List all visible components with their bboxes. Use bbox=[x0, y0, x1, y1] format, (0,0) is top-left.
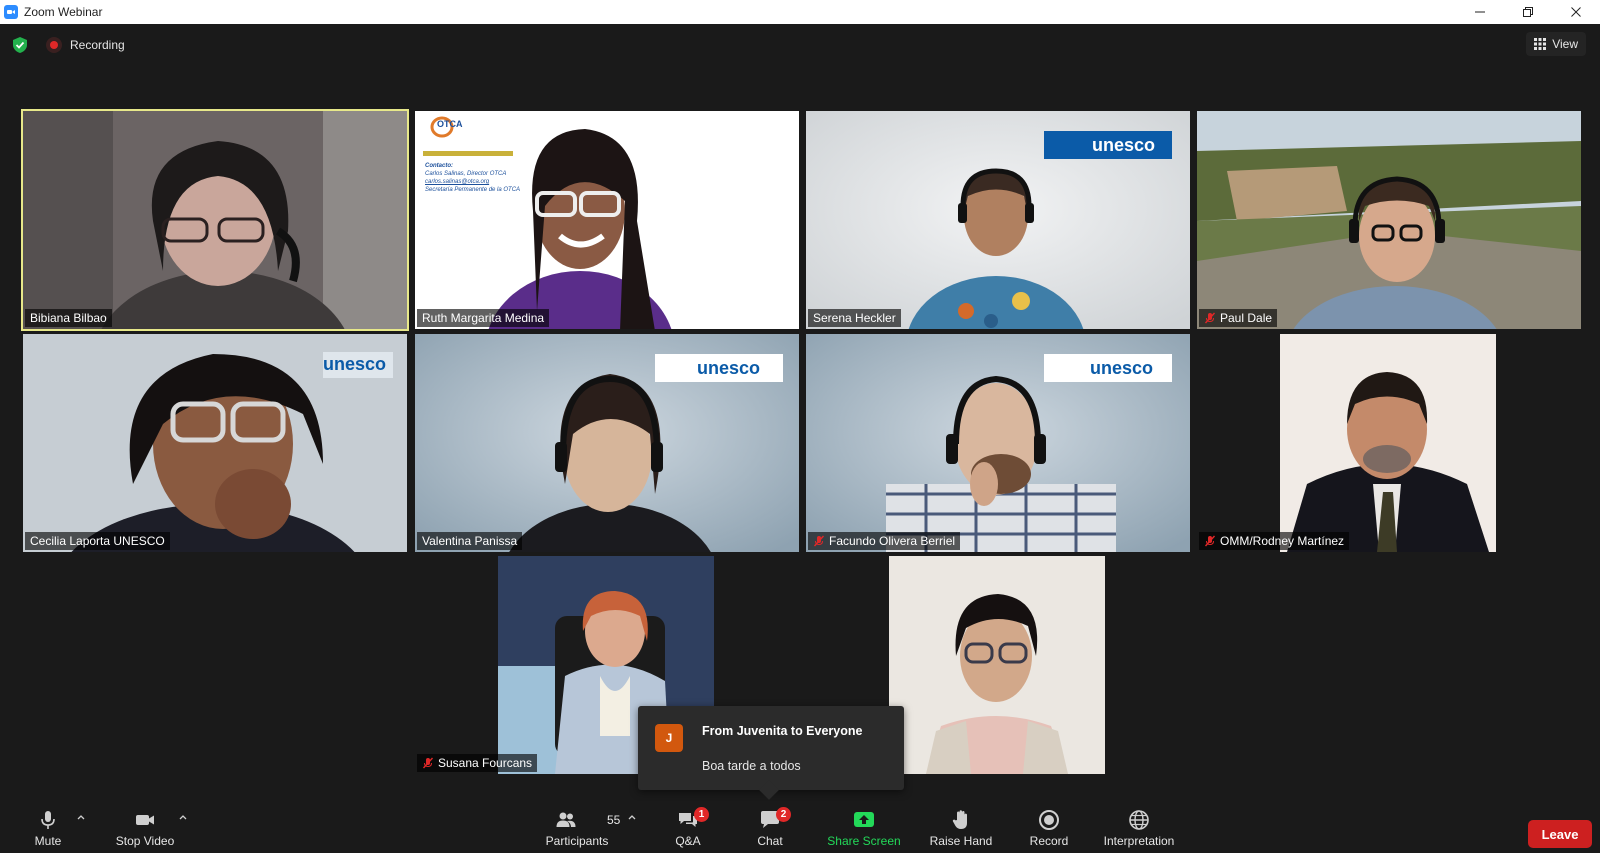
raise-hand-label: Raise Hand bbox=[929, 834, 993, 848]
chat-message-text: Boa tarde a todos bbox=[702, 759, 801, 773]
share-screen-icon bbox=[854, 812, 874, 827]
participant-nametag: Serena Heckler bbox=[808, 309, 901, 327]
muted-mic-icon bbox=[1204, 535, 1216, 547]
interpretation-label: Interpretation bbox=[1103, 834, 1175, 848]
raise-hand-icon bbox=[952, 810, 967, 829]
otca-contact-title: Contacto: bbox=[425, 163, 453, 169]
participant-nametag: Bibiana Bilbao bbox=[25, 309, 112, 327]
title-bar: Zoom Webinar bbox=[0, 0, 1600, 24]
participant-name: Facundo Olivera Berriel bbox=[829, 534, 956, 548]
minimize-button[interactable] bbox=[1456, 0, 1504, 24]
participants-count: 55 bbox=[607, 813, 621, 827]
otca-logo-text: OTCA bbox=[437, 119, 463, 129]
video-tile[interactable]: OMM/Rodney Martínez bbox=[1197, 334, 1581, 552]
record-button[interactable]: Record bbox=[1026, 806, 1072, 853]
participant-nametag: Ruth Margarita Medina bbox=[417, 309, 550, 327]
participant-nametag: Valentina Panissa bbox=[417, 532, 523, 550]
otca-contact-line: carlos.salinas@otca.org bbox=[425, 179, 490, 185]
qa-button[interactable]: 1 Q&A bbox=[668, 806, 709, 853]
participant-nametag: Facundo Olivera Berriel bbox=[808, 532, 961, 550]
participant-video bbox=[1197, 111, 1581, 329]
video-tile[interactable]: Paul Dale bbox=[1197, 111, 1581, 329]
otca-contact-line: Secretaría Permanente de la OTCA bbox=[425, 187, 521, 193]
stop-video-label: Stop Video bbox=[115, 834, 175, 848]
participant-name: Bibiana Bilbao bbox=[30, 311, 107, 325]
record-icon bbox=[1039, 810, 1059, 830]
participants-button[interactable]: 55 Participants bbox=[540, 806, 620, 853]
participants-label: Participants bbox=[545, 834, 609, 848]
participant-video bbox=[415, 111, 799, 329]
video-camera-icon bbox=[136, 815, 154, 825]
record-label: Record bbox=[1029, 834, 1069, 848]
chat-notification-popup[interactable]: J From Juvenita to Everyone Boa tarde a … bbox=[638, 706, 904, 790]
window-title: Zoom Webinar bbox=[24, 5, 103, 19]
meeting-toolbar: Mute Stop Video 55 Participants 1 Q&A 2 … bbox=[0, 806, 1600, 853]
close-button[interactable] bbox=[1552, 0, 1600, 24]
participant-name: OMM/Rodney Martínez bbox=[1220, 534, 1345, 548]
unesco-logo-text: unesco bbox=[1092, 135, 1156, 155]
video-tile[interactable]: unesco Cecilia Laporta UNESCO bbox=[23, 334, 407, 552]
mute-button[interactable]: Mute bbox=[30, 806, 66, 853]
unesco-logo-text: unesco bbox=[1090, 358, 1154, 378]
window-controls bbox=[1456, 0, 1600, 24]
participant-nametag: Paul Dale bbox=[1199, 309, 1278, 327]
otca-contact-block: Contacto: Carlos Salinas, Director OTCA … bbox=[425, 162, 535, 194]
avatar: J bbox=[655, 724, 683, 752]
leave-button[interactable]: Leave bbox=[1528, 820, 1592, 848]
participants-icon bbox=[556, 812, 576, 827]
chat-sender-line: From Juvenita to Everyone bbox=[702, 724, 863, 738]
video-tile[interactable]: unesco Facundo Olivera Berriel bbox=[806, 334, 1190, 552]
recording-label: Recording bbox=[70, 38, 125, 52]
unesco-logo-text: unesco bbox=[697, 358, 761, 378]
muted-mic-icon bbox=[422, 757, 434, 769]
view-button[interactable]: View bbox=[1526, 32, 1586, 56]
mute-options-caret-icon[interactable] bbox=[76, 812, 86, 822]
chat-badge: 2 bbox=[776, 807, 791, 822]
recording-icon bbox=[46, 37, 62, 53]
chat-button[interactable]: 2 Chat bbox=[752, 806, 791, 853]
participant-nametag: Susana Fourcans bbox=[417, 754, 538, 772]
participant-video bbox=[23, 111, 407, 329]
restore-button[interactable] bbox=[1504, 0, 1552, 24]
chat-label: Chat bbox=[757, 834, 783, 848]
microphone-icon bbox=[41, 811, 55, 829]
globe-icon bbox=[1129, 810, 1149, 830]
stop-video-button[interactable]: Stop Video bbox=[112, 806, 178, 853]
video-tile[interactable]: unesco Serena Heckler bbox=[806, 111, 1190, 329]
participants-options-caret-icon[interactable] bbox=[627, 812, 637, 822]
participant-video bbox=[1197, 334, 1581, 552]
meeting-top-strip: Recording View bbox=[0, 24, 1600, 66]
participant-name: Susana Fourcans bbox=[438, 756, 533, 770]
view-label: View bbox=[1552, 37, 1578, 51]
participant-name: Cecilia Laporta UNESCO bbox=[30, 534, 165, 548]
otca-contact-line: Carlos Salinas, Director OTCA bbox=[425, 171, 507, 177]
video-tile[interactable]: unesco Valentina Panissa bbox=[415, 334, 799, 552]
zoom-webinar-window: Zoom Webinar Recording View Bibiana Bilb… bbox=[0, 0, 1600, 853]
minimize-icon bbox=[1475, 11, 1485, 13]
zoom-app-icon bbox=[4, 5, 18, 19]
participant-name: Paul Dale bbox=[1220, 311, 1273, 325]
restore-icon bbox=[1523, 7, 1533, 17]
muted-mic-icon bbox=[1204, 312, 1216, 324]
interpretation-button[interactable]: Interpretation bbox=[1096, 806, 1182, 853]
participant-nametag: Cecilia Laporta UNESCO bbox=[25, 532, 170, 550]
video-tile[interactable]: OTCA Contacto: Carlos Salinas, Director … bbox=[415, 111, 799, 329]
participant-name: Valentina Panissa bbox=[422, 534, 518, 548]
video-options-caret-icon[interactable] bbox=[178, 812, 188, 822]
participant-name: Ruth Margarita Medina bbox=[422, 311, 545, 325]
mute-label: Mute bbox=[34, 834, 62, 848]
share-screen-label: Share Screen bbox=[827, 834, 901, 848]
qa-label: Q&A bbox=[675, 834, 701, 848]
qa-badge: 1 bbox=[694, 807, 709, 822]
participant-nametag: OMM/Rodney Martínez bbox=[1199, 532, 1350, 550]
grid-view-icon bbox=[1534, 38, 1547, 50]
share-screen-button[interactable]: Share Screen bbox=[826, 806, 902, 853]
unesco-logo-text: unesco bbox=[323, 354, 387, 374]
encryption-shield-icon[interactable] bbox=[11, 36, 29, 54]
muted-mic-icon bbox=[813, 535, 825, 547]
close-icon bbox=[1571, 7, 1581, 17]
video-tile[interactable]: Bibiana Bilbao bbox=[21, 109, 409, 331]
participant-name: Serena Heckler bbox=[813, 311, 896, 325]
raise-hand-button[interactable]: Raise Hand bbox=[928, 806, 994, 853]
